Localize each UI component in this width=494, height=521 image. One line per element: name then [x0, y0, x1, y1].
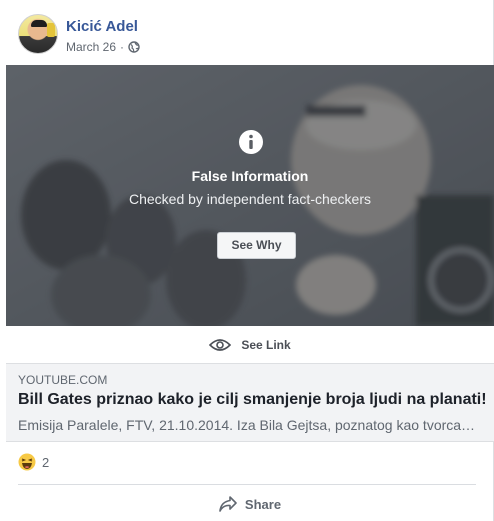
share-label: Share	[244, 496, 282, 512]
link-title[interactable]: Bill Gates priznao kako je cilj smanjenj…	[18, 391, 487, 409]
eye-icon	[209, 338, 232, 351]
author-name[interactable]: Kicić Adel	[66, 18, 138, 35]
fact-check-subtitle: Checked by independent fact-checkers	[128, 191, 372, 207]
avatar-badge	[47, 23, 55, 37]
post-card: Kicić Adel March 26 · False Information …	[0, 0, 494, 521]
avatar[interactable]	[18, 14, 58, 54]
blurred-media[interactable]: False Information Checked by independent…	[6, 65, 494, 326]
actions-divider	[18, 484, 476, 485]
link-domain: YOUTUBE.COM	[18, 373, 108, 387]
see-why-button[interactable]: See Why	[217, 232, 296, 259]
meta-separator: ·	[120, 40, 125, 54]
see-link-label: See Link	[241, 337, 291, 352]
see-link-button[interactable]: See Link	[6, 326, 494, 364]
link-preview[interactable]: YOUTUBE.COM Bill Gates priznao kako je c…	[6, 364, 494, 442]
post-meta: March 26 ·	[66, 40, 140, 54]
reaction-count: 2	[42, 454, 50, 470]
haha-icon	[18, 453, 36, 471]
post-date[interactable]: March 26	[66, 40, 116, 54]
globe-icon[interactable]	[128, 41, 140, 53]
false-information-title: False Information	[191, 168, 309, 184]
post-header: Kicić Adel March 26 ·	[18, 12, 478, 56]
avatar-hair	[31, 20, 47, 27]
share-icon	[219, 496, 237, 512]
link-description: Emisija Paralele, FTV, 21.10.2014. Iza B…	[18, 417, 476, 433]
share-button[interactable]: Share	[6, 487, 494, 521]
info-icon	[239, 130, 263, 154]
reactions-summary[interactable]: 2	[18, 452, 49, 472]
